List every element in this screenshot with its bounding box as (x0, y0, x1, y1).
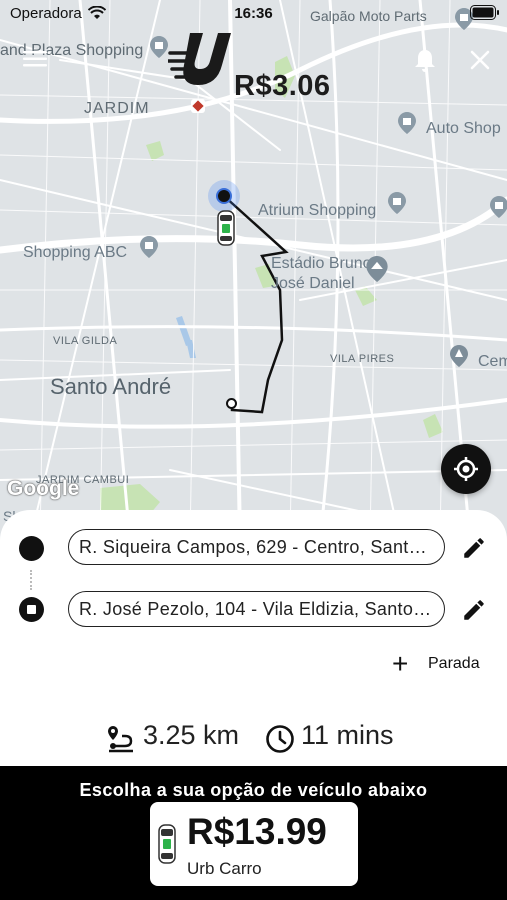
vehicle-prompt: Escolha a sua opção de veículo abaixo (79, 780, 428, 800)
app-logo (168, 33, 231, 85)
add-stop-button[interactable]: + Parada (392, 650, 492, 678)
status-bar: Operadora 16:36 (0, 0, 507, 28)
map-label: Shopping ABC (23, 244, 128, 261)
origin-dot-icon (19, 536, 44, 561)
estimated-fare: R$3.06 (234, 70, 331, 102)
shopping-pin-icon[interactable] (388, 192, 406, 214)
my-location-button[interactable] (441, 444, 491, 494)
map-label: Cem (478, 353, 507, 370)
close-icon[interactable] (470, 50, 490, 70)
car-icon (158, 824, 176, 864)
origin-address-field[interactable]: R. Siqueira Campos, 629 - Centro, Santo … (68, 529, 445, 565)
trip-info: 3.25 km 11 mins (0, 718, 507, 758)
park-pin-icon[interactable] (450, 345, 468, 367)
shopping-pin-icon[interactable] (140, 236, 158, 258)
plus-icon: + (392, 648, 409, 679)
edit-destination-icon[interactable] (461, 597, 487, 623)
add-stop-label: Parada (428, 655, 480, 672)
shopping-pin-icon[interactable] (490, 196, 507, 218)
destination-dot-icon (19, 597, 44, 622)
map-label: JARDIM (84, 100, 150, 117)
car-icon (217, 210, 235, 246)
top-bar: R$3.06 (0, 28, 507, 102)
duration-value: 11 mins (301, 720, 394, 750)
origin-marker (216, 188, 232, 204)
route-icon (108, 726, 133, 753)
bell-icon[interactable] (414, 48, 436, 72)
vehicle-option-urb-carro[interactable]: R$13.99 Urb Carro (150, 802, 358, 886)
vehicle-name: Urb Carro (187, 859, 262, 878)
clock: 16:36 (234, 5, 273, 22)
shopping-pin-icon[interactable] (398, 112, 416, 134)
map-label: Auto Shop (426, 120, 501, 137)
stadium-pin-icon[interactable] (366, 256, 388, 282)
transit-icon (191, 99, 205, 113)
edit-origin-icon[interactable] (461, 535, 487, 561)
route-connector (30, 570, 34, 590)
map-label: Estádio Bruno (271, 255, 372, 272)
map-label: Atrium Shopping (258, 202, 377, 219)
map-label: VILA GILDA (53, 335, 118, 347)
clock-icon (266, 725, 294, 753)
map-label: José Daniel (271, 275, 355, 292)
distance-value: 3.25 km (143, 720, 240, 750)
destination-address-field[interactable]: R. José Pezolo, 104 - Vila Eldizia, Sant… (68, 591, 445, 627)
crosshair-icon (454, 457, 478, 481)
menu-icon[interactable] (23, 50, 47, 68)
destination-marker (226, 398, 237, 409)
google-logo: Google (7, 477, 80, 500)
vehicle-price: R$13.99 (187, 811, 327, 852)
map-label: VILA PIRES (330, 353, 395, 365)
battery-icon (470, 5, 499, 20)
map-label: Santo André (50, 374, 172, 399)
